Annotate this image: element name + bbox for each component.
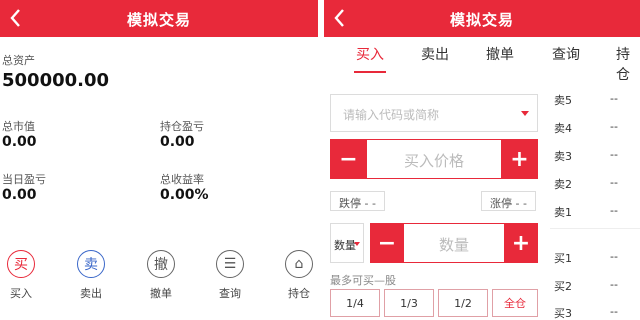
ask-level-label: 卖2 (554, 178, 572, 191)
tab-buy[interactable]: 买入 (356, 44, 384, 64)
order-book-divider (550, 228, 640, 229)
buy-action[interactable]: 买 买入 (0, 250, 46, 301)
buy-icon: 买 (7, 250, 35, 278)
quantity-input[interactable]: 数量 (405, 234, 503, 255)
buy-order-screen: 模拟交易 买入 卖出 撤单 查询 持仓 请输入代码或简称 − 买入价格 + 跌停… (324, 0, 640, 320)
ask-level-label: 卖5 (554, 94, 572, 107)
bid-level-value: -- (610, 278, 618, 291)
tab-query[interactable]: 查询 (552, 44, 580, 64)
quantity-unit-select[interactable]: 数量 (330, 223, 364, 263)
price-decrease-button[interactable]: − (330, 139, 367, 179)
tab-sell[interactable]: 卖出 (421, 44, 449, 64)
sell-action[interactable]: 卖 卖出 (66, 250, 116, 301)
order-book-row: 买3 -- (550, 305, 640, 320)
bid-level-label: 买3 (554, 307, 572, 320)
sell-action-label: 卖出 (80, 287, 102, 300)
quantity-increase-button[interactable]: + (504, 223, 538, 263)
quick-half-button[interactable]: 1/2 (438, 289, 488, 317)
ask-level-value: -- (610, 176, 618, 189)
cancel-order-action-label: 撤单 (150, 287, 172, 300)
quantity-stepper: − 数量 + (370, 223, 538, 263)
position-icon: ⌂ (285, 250, 313, 278)
price-input[interactable]: 买入价格 (367, 150, 501, 171)
top-bar: 模拟交易 (0, 0, 318, 37)
bid-level-value: -- (610, 250, 618, 263)
ask-level-value: -- (610, 92, 618, 105)
quick-quarter-button[interactable]: 1/4 (330, 289, 380, 317)
dropdown-caret-icon (354, 242, 360, 246)
quantity-row: 数量 − 数量 + (330, 223, 538, 263)
tab-cancel[interactable]: 撤单 (486, 44, 514, 64)
market-value-label: 总市值 (2, 120, 35, 133)
total-return-label: 总收益率 (160, 173, 204, 186)
dropdown-caret-icon (521, 111, 529, 116)
quick-full-button[interactable]: 全仓 (492, 289, 538, 317)
max-buyable-text: 最多可买—股 (330, 274, 396, 287)
bid-level-value: -- (610, 305, 618, 318)
quantity-unit-label: 数量 (334, 239, 356, 252)
active-tab-indicator (354, 71, 386, 73)
buy-action-label: 买入 (10, 287, 32, 300)
quantity-decrease-button[interactable]: − (370, 223, 404, 263)
bid-level-label: 买1 (554, 252, 572, 265)
sell-icon: 卖 (77, 250, 105, 278)
cancel-order-icon: 撤 (147, 250, 175, 278)
ask-level-label: 卖4 (554, 122, 572, 135)
quick-third-button[interactable]: 1/3 (384, 289, 434, 317)
tab-position[interactable]: 持仓 (616, 44, 640, 84)
query-action-label: 查询 (219, 287, 241, 300)
query-icon: ☰ (216, 250, 244, 278)
total-assets-label: 总资产 (2, 54, 35, 67)
ask-level-value: -- (610, 120, 618, 133)
ask-level-value: -- (610, 204, 618, 217)
limit-down-price: 跌停 - - (330, 191, 385, 211)
ask-level-label: 卖3 (554, 150, 572, 163)
screenshot-root: 模拟交易 总资产 500000.00 总市值 0.00 持仓盈亏 0.00 当日… (0, 0, 640, 320)
total-return-value: 0.00% (160, 187, 209, 203)
order-book-row: 卖5 -- (550, 92, 640, 108)
ask-level-label: 卖1 (554, 206, 572, 219)
position-pnl-label: 持仓盈亏 (160, 120, 204, 133)
stock-code-select[interactable]: 请输入代码或简称 (330, 94, 538, 132)
order-book-row: 卖3 -- (550, 148, 640, 164)
action-bar: 买 买入 卖 卖出 撤 撤单 ☰ 查询 ⌂ 持仓 (0, 250, 318, 310)
market-value-value: 0.00 (2, 134, 37, 150)
price-increase-button[interactable]: + (501, 139, 538, 179)
daily-pnl-label: 当日盈亏 (2, 173, 46, 186)
ask-level-value: -- (610, 148, 618, 161)
top-bar: 模拟交易 (324, 0, 640, 37)
position-pnl-value: 0.00 (160, 134, 195, 150)
position-action[interactable]: ⌂ 持仓 (274, 250, 318, 301)
trade-tabs: 买入 卖出 撤单 查询 持仓 (324, 44, 640, 83)
cancel-order-action[interactable]: 撤 撤单 (136, 250, 186, 301)
query-action[interactable]: ☰ 查询 (205, 250, 255, 301)
daily-pnl-value: 0.00 (2, 187, 37, 203)
account-overview-screen: 模拟交易 总资产 500000.00 总市值 0.00 持仓盈亏 0.00 当日… (0, 0, 318, 320)
order-book-row: 买2 -- (550, 278, 640, 294)
order-book-row: 卖1 -- (550, 204, 640, 220)
order-book-row: 卖2 -- (550, 176, 640, 192)
price-stepper: − 买入价格 + (330, 139, 538, 179)
order-book-row: 买1 -- (550, 250, 640, 266)
total-assets-value: 500000.00 (2, 70, 110, 91)
page-title: 模拟交易 (126, 11, 191, 29)
page-title: 模拟交易 (449, 11, 514, 29)
bid-level-label: 买2 (554, 280, 572, 293)
order-book-row: 卖4 -- (550, 120, 640, 136)
position-action-label: 持仓 (288, 287, 310, 300)
stock-code-placeholder: 请输入代码或简称 (343, 108, 440, 122)
limit-up-price: 涨停 - - (481, 191, 536, 211)
